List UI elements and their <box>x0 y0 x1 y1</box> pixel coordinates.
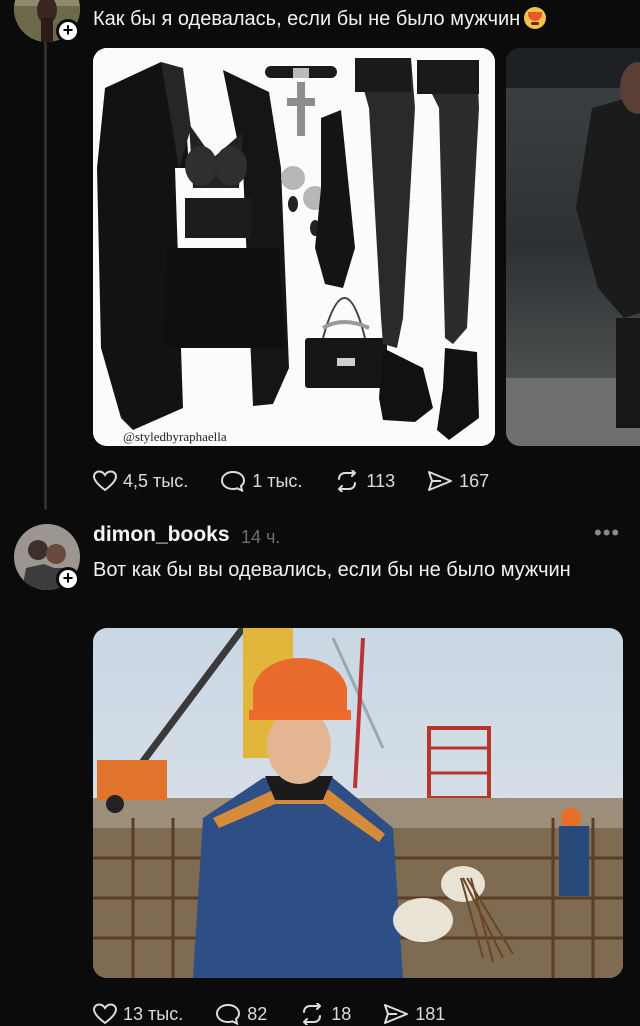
comment-button[interactable]: 82 <box>215 1003 267 1025</box>
image-watermark: @styledbyraphaella <box>123 429 227 444</box>
paper-plane-icon <box>384 1004 409 1024</box>
repost-arrows-icon <box>303 1003 322 1025</box>
post-image-outfit[interactable]: @styledbyraphaella <box>93 48 495 446</box>
share-count: 167 <box>459 470 490 491</box>
share-button[interactable]: 181 <box>383 1003 445 1025</box>
heart-icon <box>93 470 117 492</box>
post2-actions: 13 тыс. 82 18 181 <box>93 1003 477 1025</box>
like-count: 13 тыс. <box>123 1003 184 1024</box>
follow-plus-icon[interactable]: + <box>56 567 80 591</box>
post-text: Как бы я одевалась, если бы не было мужч… <box>93 5 633 34</box>
comment-button[interactable]: 1 тыс. <box>220 470 302 492</box>
username[interactable]: dimon_books <box>93 523 230 547</box>
thread-line <box>44 40 47 510</box>
more-dots-icon[interactable]: ••• <box>594 522 620 544</box>
speech-bubble-icon <box>221 470 246 492</box>
repost-arrows-icon <box>338 470 357 492</box>
repost-button[interactable]: 113 <box>334 470 395 492</box>
post-time: 14 ч. <box>241 527 281 547</box>
speech-bubble-icon <box>216 1003 241 1025</box>
hot-face-emoji-icon <box>524 7 547 29</box>
post-image-worker[interactable] <box>93 628 623 978</box>
like-count: 4,5 тыс. <box>123 470 189 491</box>
repost-count: 18 <box>331 1003 352 1024</box>
share-count: 181 <box>415 1003 446 1024</box>
like-button[interactable]: 13 тыс. <box>93 1003 183 1025</box>
repost-count: 113 <box>366 470 396 491</box>
post1-actions: 4,5 тыс. 1 тыс. 113 167 <box>93 470 521 492</box>
post-image-runway[interactable] <box>506 48 640 446</box>
comment-count: 82 <box>247 1003 268 1024</box>
follow-plus-icon[interactable]: + <box>56 19 80 43</box>
comment-count: 1 тыс. <box>252 470 303 491</box>
paper-plane-icon <box>428 471 453 491</box>
like-button[interactable]: 4,5 тыс. <box>93 470 188 492</box>
heart-icon <box>93 1003 117 1025</box>
repost-button[interactable]: 18 <box>299 1003 351 1025</box>
share-button[interactable]: 167 <box>427 470 489 492</box>
post-text: Вот как бы вы одевались, если бы не было… <box>93 559 571 581</box>
